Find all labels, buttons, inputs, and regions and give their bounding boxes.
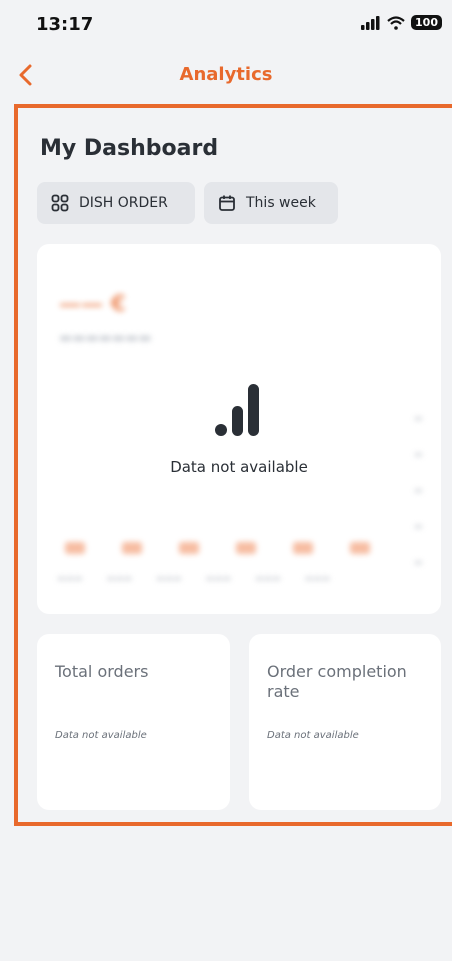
placeholder-tick: ▬▬▬ bbox=[57, 574, 83, 584]
placeholder-bar bbox=[293, 542, 313, 554]
period-label: This week bbox=[246, 195, 316, 211]
placeholder-tick: ▬ bbox=[414, 414, 423, 424]
placeholder-bar bbox=[179, 542, 199, 554]
turnover-empty-message: Data not available bbox=[170, 458, 308, 476]
placeholder-tick: ▬▬▬ bbox=[304, 574, 331, 584]
status-time: 13:17 bbox=[36, 14, 94, 35]
placeholder-tick: ▬▬▬ bbox=[205, 574, 232, 584]
dashboard-section: My Dashboard DISH ORDER This week —— € ▬… bbox=[14, 104, 452, 826]
grid-icon bbox=[51, 194, 69, 212]
order-completion-value: Data not available bbox=[267, 730, 359, 741]
turnover-card: —— € ▬▬▬▬▬▬▬ ▬▬▬ ▬▬▬ ▬▬▬ ▬▬▬ ▬▬▬ ▬▬▬ ▬ ▬ bbox=[37, 244, 441, 614]
placeholder-tick: ▬▬▬ bbox=[106, 574, 133, 584]
placeholder-x-ticks: ▬▬▬ ▬▬▬ ▬▬▬ ▬▬▬ ▬▬▬ ▬▬▬ bbox=[57, 574, 330, 584]
total-orders-title: Total orders bbox=[55, 662, 149, 681]
placeholder-label: ▬▬▬▬▬▬▬ bbox=[59, 330, 152, 346]
placeholder-amount: —— € bbox=[59, 292, 126, 317]
status-bar: 13:17 100 bbox=[0, 0, 452, 46]
order-completion-title: Order completion rate bbox=[267, 662, 407, 701]
placeholder-tick: ▬ bbox=[414, 486, 423, 496]
total-orders-value: Data not available bbox=[55, 730, 147, 741]
wifi-icon bbox=[387, 15, 405, 30]
total-orders-card: Total orders Data not available bbox=[37, 634, 230, 810]
placeholder-bar bbox=[65, 542, 85, 554]
signal-icon bbox=[361, 15, 380, 30]
dish-order-label: DISH ORDER bbox=[79, 195, 168, 211]
calendar-icon bbox=[219, 195, 235, 211]
period-filter[interactable]: This week bbox=[204, 182, 338, 224]
bar-chart-icon bbox=[215, 384, 259, 436]
page-title: Analytics bbox=[179, 64, 273, 85]
app-header: Analytics bbox=[0, 50, 452, 100]
system-icons: 100 bbox=[361, 15, 442, 30]
placeholder-tick: ▬ bbox=[414, 522, 423, 532]
placeholder-tick: ▬▬▬ bbox=[156, 574, 182, 584]
dish-order-filter[interactable]: DISH ORDER bbox=[37, 182, 195, 224]
dashboard-title: My Dashboard bbox=[40, 136, 219, 161]
battery-icon: 100 bbox=[411, 15, 442, 30]
placeholder-bars bbox=[65, 542, 370, 554]
placeholder-bar bbox=[122, 542, 142, 554]
placeholder-tick: ▬ bbox=[414, 558, 423, 568]
order-completion-card: Order completion rate Data not available bbox=[249, 634, 441, 810]
placeholder-bar bbox=[350, 542, 370, 554]
placeholder-tick: ▬▬▬ bbox=[255, 574, 281, 584]
placeholder-y-ticks: ▬ ▬ ▬ ▬ ▬ bbox=[414, 414, 423, 568]
placeholder-bar bbox=[236, 542, 256, 554]
